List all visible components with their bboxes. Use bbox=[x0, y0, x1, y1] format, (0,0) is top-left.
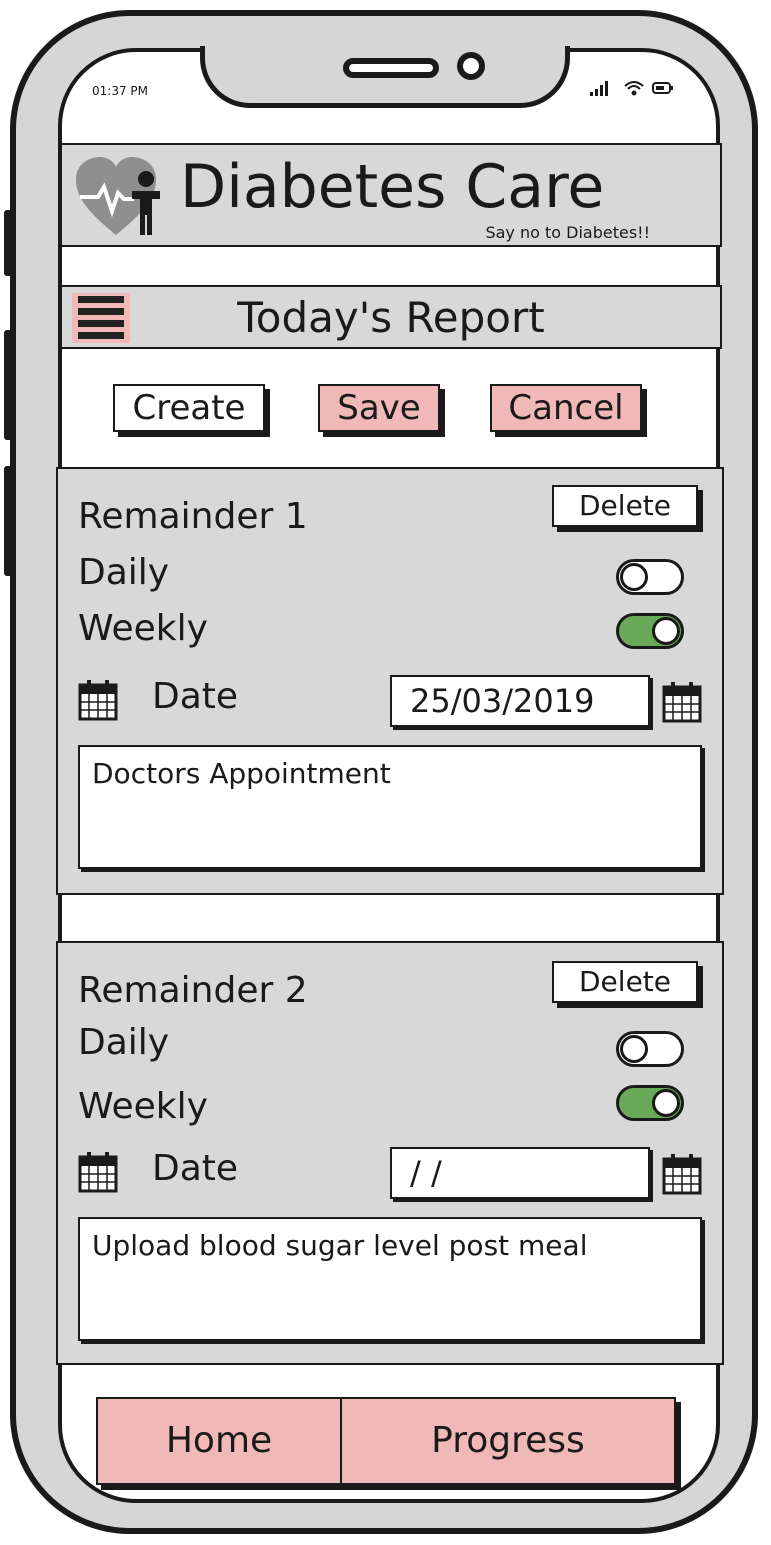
date-field[interactable]: / / bbox=[390, 1147, 650, 1199]
home-button[interactable]: Home bbox=[98, 1399, 342, 1483]
weekly-label: Weekly bbox=[78, 1086, 208, 1127]
status-time: 01:37 PM bbox=[92, 84, 148, 98]
calendar-icon bbox=[78, 679, 118, 721]
status-icons bbox=[590, 80, 674, 100]
title-bar: Today's Report bbox=[60, 285, 722, 349]
weekly-label: Weekly bbox=[78, 608, 208, 649]
page-title: Today's Report bbox=[237, 293, 545, 342]
reminder-card: Remainder 2 Delete Daily Weekly Date / /… bbox=[56, 941, 724, 1365]
calendar-picker-icon[interactable] bbox=[662, 1153, 702, 1195]
side-button-volume-down bbox=[4, 466, 14, 576]
daily-toggle[interactable] bbox=[616, 1031, 684, 1067]
daily-label: Daily bbox=[78, 552, 170, 593]
cancel-button[interactable]: Cancel bbox=[490, 384, 642, 432]
bottom-nav: Home Progress bbox=[96, 1397, 676, 1485]
wifi-icon bbox=[623, 81, 652, 100]
date-label: Date bbox=[152, 676, 239, 717]
phone-notch bbox=[200, 46, 570, 108]
daily-label: Daily bbox=[78, 1022, 170, 1063]
app-header: Diabetes Care Say no to Diabetes!! bbox=[60, 143, 722, 247]
calendar-picker-icon[interactable] bbox=[662, 681, 702, 723]
signal-icon bbox=[590, 81, 623, 100]
daily-toggle[interactable] bbox=[616, 559, 684, 595]
battery-icon bbox=[651, 82, 674, 100]
delete-button[interactable]: Delete bbox=[552, 961, 698, 1003]
save-button[interactable]: Save bbox=[318, 384, 440, 432]
reminder-note[interactable]: Upload blood sugar level post meal bbox=[78, 1217, 702, 1341]
side-button-volume-up bbox=[4, 330, 14, 440]
app-title: Diabetes Care bbox=[180, 152, 605, 222]
reminder-note[interactable]: Doctors Appointment bbox=[78, 745, 702, 869]
speaker-icon bbox=[343, 58, 439, 78]
camera-icon bbox=[457, 52, 485, 80]
create-button[interactable]: Create bbox=[113, 384, 265, 432]
progress-button[interactable]: Progress bbox=[342, 1399, 674, 1483]
weekly-toggle[interactable] bbox=[616, 1085, 684, 1121]
side-button-mute bbox=[4, 210, 14, 276]
reminder-card: Remainder 1 Delete Daily Weekly Date 25/… bbox=[56, 467, 724, 895]
reminder-title: Remainder 2 bbox=[78, 970, 308, 1011]
app-tagline: Say no to Diabetes!! bbox=[485, 223, 650, 242]
delete-button[interactable]: Delete bbox=[552, 485, 698, 527]
heart-pulse-person-icon bbox=[76, 157, 176, 237]
reminder-title: Remainder 1 bbox=[78, 496, 308, 537]
date-field[interactable]: 25/03/2019 bbox=[390, 675, 650, 727]
date-label: Date bbox=[152, 1148, 239, 1189]
calendar-icon bbox=[78, 1151, 118, 1193]
weekly-toggle[interactable] bbox=[616, 613, 684, 649]
